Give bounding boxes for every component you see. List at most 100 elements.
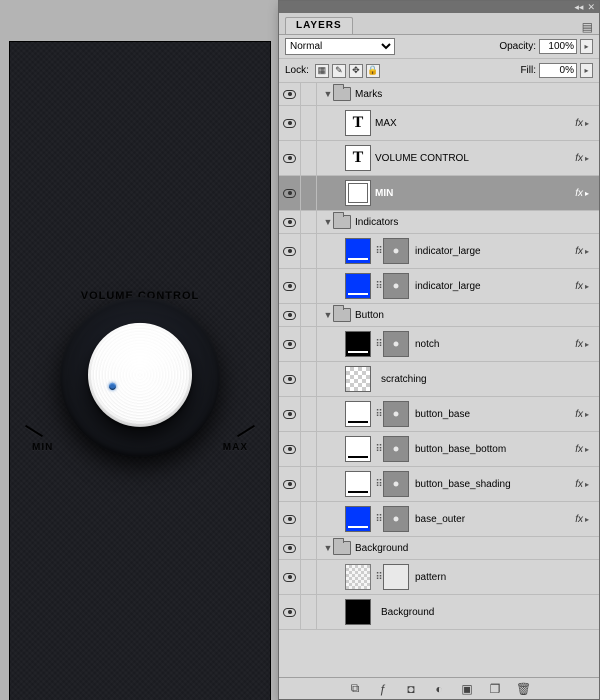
- visibility-toggle[interactable]: [283, 544, 296, 553]
- layer-mask-icon[interactable]: ◘: [404, 682, 418, 696]
- fx-badge[interactable]: fx: [575, 479, 583, 490]
- collapse-icon[interactable]: ◂◂: [574, 3, 583, 12]
- group-background[interactable]: ▼ Background: [279, 537, 599, 560]
- folder-icon: [333, 215, 351, 229]
- chevron-right-icon[interactable]: ▸: [585, 119, 595, 128]
- lock-pixels-icon[interactable]: ✎: [332, 64, 346, 78]
- visibility-toggle[interactable]: [283, 90, 296, 99]
- layer-button-base[interactable]: ⠿ button_base fx ▸: [279, 397, 599, 432]
- lock-transparency-icon[interactable]: ▦: [315, 64, 329, 78]
- visibility-toggle[interactable]: [283, 515, 296, 524]
- vector-mask-thumb[interactable]: [383, 401, 409, 427]
- layer-indicator-large-1[interactable]: ⠿ indicator_large fx ▸: [279, 234, 599, 269]
- new-layer-icon[interactable]: ❐: [488, 682, 502, 696]
- layer-style-icon[interactable]: ƒ: [376, 682, 390, 696]
- vector-mask-thumb[interactable]: [383, 506, 409, 532]
- group-marks[interactable]: ▼ Marks: [279, 83, 599, 106]
- layer-button-base-shading[interactable]: ⠿ button_base_shading fx ▸: [279, 467, 599, 502]
- knob-base: [60, 297, 220, 457]
- tab-layers[interactable]: LAYERS: [285, 17, 353, 34]
- delete-layer-icon[interactable]: 🗑: [516, 682, 530, 696]
- visibility-toggle[interactable]: [283, 445, 296, 454]
- close-icon[interactable]: ✕: [587, 3, 595, 12]
- chevron-right-icon[interactable]: ▸: [585, 340, 595, 349]
- visibility-toggle[interactable]: [283, 189, 296, 198]
- fx-badge[interactable]: fx: [575, 281, 583, 292]
- chevron-right-icon[interactable]: ▸: [585, 189, 595, 198]
- lock-position-icon[interactable]: ✥: [349, 64, 363, 78]
- chevron-right-icon[interactable]: ▸: [585, 282, 595, 291]
- layer-mask-thumb[interactable]: [383, 564, 409, 590]
- opacity-input[interactable]: [539, 39, 577, 54]
- layer-label: indicator_large: [415, 281, 481, 292]
- visibility-toggle[interactable]: [283, 119, 296, 128]
- chevron-down-icon[interactable]: ▼: [323, 89, 333, 99]
- vector-mask-thumb[interactable]: [383, 273, 409, 299]
- chevron-right-icon[interactable]: ▸: [585, 410, 595, 419]
- chevron-down-icon[interactable]: ▼: [323, 310, 333, 320]
- fx-badge[interactable]: fx: [575, 409, 583, 420]
- fx-badge[interactable]: fx: [575, 188, 583, 199]
- layer-notch[interactable]: ⠿ notch fx ▸: [279, 327, 599, 362]
- vector-mask-thumb[interactable]: [383, 436, 409, 462]
- fx-badge[interactable]: fx: [575, 118, 583, 129]
- layer-scratching[interactable]: scratching: [279, 362, 599, 397]
- layer-min[interactable]: MIN fx ▸: [279, 176, 599, 211]
- visibility-toggle[interactable]: [283, 573, 296, 582]
- lock-all-icon[interactable]: 🔒: [366, 64, 380, 78]
- fx-badge[interactable]: fx: [575, 246, 583, 257]
- blend-mode-select[interactable]: Normal: [285, 38, 395, 55]
- chevron-right-icon[interactable]: ▸: [585, 154, 595, 163]
- chevron-right-icon[interactable]: ▸: [585, 515, 595, 524]
- chevron-right-icon[interactable]: ▸: [585, 480, 595, 489]
- document-canvas[interactable]: VOLUME CONTROL MIN MAX: [10, 42, 270, 700]
- lock-fill-row: Lock: ▦ ✎ ✥ 🔒 Fill:: [279, 59, 599, 83]
- adjustment-layer-icon[interactable]: ◐: [432, 682, 446, 696]
- opacity-flyout[interactable]: [580, 39, 593, 54]
- chevron-down-icon[interactable]: ▼: [323, 543, 333, 553]
- chevron-down-icon[interactable]: ▼: [323, 217, 333, 227]
- fill-flyout[interactable]: [580, 63, 593, 78]
- layer-volume-control[interactable]: VOLUME CONTROL fx ▸: [279, 141, 599, 176]
- layer-max[interactable]: MAX fx ▸: [279, 106, 599, 141]
- layer-background[interactable]: Background: [279, 595, 599, 630]
- chevron-right-icon[interactable]: ▸: [585, 445, 595, 454]
- panel-menu-icon[interactable]: ▤: [582, 20, 593, 34]
- layer-button-base-bottom[interactable]: ⠿ button_base_bottom fx ▸: [279, 432, 599, 467]
- visibility-toggle[interactable]: [283, 340, 296, 349]
- link-icon: ⠿: [375, 572, 383, 583]
- knob[interactable]: [88, 323, 192, 427]
- vector-mask-thumb[interactable]: [383, 331, 409, 357]
- raster-thumb: [345, 366, 371, 392]
- vector-mask-thumb[interactable]: [383, 238, 409, 264]
- visibility-toggle[interactable]: [283, 218, 296, 227]
- group-button[interactable]: ▼ Button: [279, 304, 599, 327]
- visibility-toggle[interactable]: [283, 154, 296, 163]
- visibility-toggle[interactable]: [283, 311, 296, 320]
- visibility-toggle[interactable]: [283, 247, 296, 256]
- visibility-toggle[interactable]: [283, 480, 296, 489]
- layer-tree[interactable]: ▼ Marks MAX fx ▸ VOLUME CONTROL fx ▸: [279, 83, 599, 677]
- group-indicators[interactable]: ▼ Indicators: [279, 211, 599, 234]
- layer-indicator-large-2[interactable]: ⠿ indicator_large fx ▸: [279, 269, 599, 304]
- visibility-toggle[interactable]: [283, 375, 296, 384]
- link-layers-icon[interactable]: ⧉: [348, 681, 362, 696]
- group-label: Button: [355, 310, 384, 321]
- visibility-toggle[interactable]: [283, 608, 296, 617]
- layer-base-outer[interactable]: ⠿ base_outer fx ▸: [279, 502, 599, 537]
- new-group-icon[interactable]: ▣: [460, 682, 474, 696]
- fx-badge[interactable]: fx: [575, 444, 583, 455]
- fill-input[interactable]: [539, 63, 577, 78]
- vector-mask-thumb[interactable]: [383, 471, 409, 497]
- panel-titlebar[interactable]: ◂◂ ✕: [279, 1, 599, 13]
- chevron-right-icon[interactable]: ▸: [585, 247, 595, 256]
- fx-badge[interactable]: fx: [575, 153, 583, 164]
- indicator-tick-right: [237, 425, 255, 437]
- blend-opacity-row: Normal Opacity:: [279, 35, 599, 59]
- fx-badge[interactable]: fx: [575, 339, 583, 350]
- fx-badge[interactable]: fx: [575, 514, 583, 525]
- layer-label: pattern: [415, 572, 446, 583]
- visibility-toggle[interactable]: [283, 282, 296, 291]
- layer-pattern[interactable]: ⠿ pattern: [279, 560, 599, 595]
- visibility-toggle[interactable]: [283, 410, 296, 419]
